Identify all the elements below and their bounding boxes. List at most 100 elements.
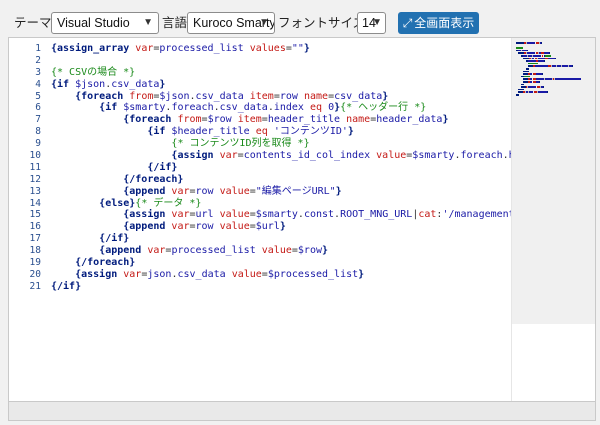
code-token: var: [135, 43, 154, 54]
code-token: {* コンテンツID列を取得 *}: [171, 138, 310, 150]
code-token: {assign: [75, 268, 124, 280]
code-line: {/foreach}: [51, 257, 511, 269]
code-token: "編集ページURL": [255, 185, 336, 197]
code-token: $row: [297, 245, 322, 257]
minimap-token: [544, 55, 552, 57]
font-size-label: フォントサイズ:: [278, 16, 369, 30]
line-number: 6: [35, 102, 41, 114]
editor-statusbar: [8, 402, 596, 421]
code-token: {* データ *}: [135, 197, 202, 209]
minimap-token: [518, 88, 525, 91]
language-select[interactable]: Kuroco Smarty ▼: [187, 12, 275, 34]
theme-select[interactable]: Visual Studio ▼: [51, 12, 159, 34]
code-token: csv_data: [195, 90, 244, 102]
code-line: {* コンテンツID列を取得 *}: [51, 138, 511, 150]
code-token: {/if}: [147, 161, 178, 173]
code-token: {assign: [171, 150, 220, 162]
code-line: {/foreach}: [51, 174, 511, 186]
code-token: {assign: [123, 209, 172, 221]
code-token: const: [303, 209, 335, 221]
code-token: processed_list: [171, 245, 256, 257]
line-number: 10: [29, 150, 41, 162]
chevron-down-icon: ▼: [372, 17, 382, 28]
minimap-token: [548, 57, 555, 60]
minimap-token: [526, 49, 528, 52]
line-number: 18: [29, 245, 41, 257]
minimap-token: [541, 42, 543, 44]
code-line: {foreach from=$row item=header_title nam…: [51, 114, 511, 126]
code-token: csv_data: [334, 90, 383, 102]
code-editor[interactable]: 1 2 3 4 5 6 7 8 9 10 11 12 13 14 15 16 17 18 19 20 21 {assig…: [8, 37, 596, 402]
code-token: value: [376, 150, 407, 162]
code-token: $smarty: [123, 102, 166, 114]
line-number: 2: [35, 54, 41, 66]
code-token: json: [147, 268, 172, 280]
code-line: {if $header_title eq 'コンテンツID'}: [51, 126, 511, 138]
editor-toolbar: テーマ: Visual Studio ▼ 言語: Kuroco Smarty ▼…: [0, 0, 600, 40]
minimap-token: [530, 52, 536, 54]
code-token: var: [219, 150, 238, 162]
line-number: 19: [29, 257, 41, 269]
minimap-token: [543, 86, 544, 88]
code-token: var: [171, 209, 190, 221]
code-token: eq: [309, 102, 323, 114]
code-token: ROOT_MNG_URL: [340, 209, 413, 221]
code-token: value: [261, 245, 292, 257]
code-area[interactable]: {assign_array var=processed_list values=…: [51, 38, 511, 401]
line-number: 12: [29, 173, 41, 185]
code-token: name: [303, 90, 329, 102]
code-token: }: [303, 43, 310, 54]
font-size-select[interactable]: 14 ▼: [357, 12, 386, 34]
code-token: var: [147, 245, 166, 257]
line-number-gutter: 1 2 3 4 5 6 7 8 9 10 11 12 13 14 15 16 17 18 19 20 21: [9, 38, 45, 401]
code-token: {append: [99, 245, 148, 257]
minimap-token: [538, 81, 540, 83]
fullscreen-button[interactable]: ⤢ 全画面表示: [398, 12, 479, 34]
code-token: var: [171, 221, 190, 233]
code-token: '/management/topics/topics_edit/?topics_…: [442, 209, 511, 221]
minimap[interactable]: [511, 38, 595, 401]
code-token: foreach: [171, 102, 214, 114]
code-token: header_title: [267, 114, 341, 126]
code-token: row: [195, 185, 214, 197]
code-line: {assign var=json.csv_data value=$process…: [51, 269, 511, 281]
code-token: item: [249, 90, 274, 102]
line-number: 3: [35, 66, 41, 78]
code-token: }: [159, 78, 166, 90]
code-token: {append: [123, 185, 172, 197]
code-token: {if: [99, 102, 124, 114]
code-token: value: [219, 221, 250, 233]
code-token: }: [322, 245, 329, 257]
line-number: 9: [35, 138, 41, 150]
code-line: {assign var=url value=$smarty.const.ROOT…: [51, 209, 511, 221]
line-number: 15: [29, 209, 41, 221]
code-token: processed_list: [159, 43, 244, 54]
minimap-token: [549, 52, 550, 54]
code-token: $url: [255, 221, 280, 233]
code-token: {/foreach}: [75, 257, 136, 269]
code-token: index: [273, 102, 304, 114]
code-token: from: [177, 114, 202, 126]
code-token: 'コンテンツID': [273, 126, 348, 138]
code-line: {assign_array var=processed_list values=…: [51, 43, 511, 55]
code-token: {else}: [99, 197, 136, 209]
line-number: 8: [35, 126, 41, 138]
chevron-down-icon: ▼: [259, 17, 269, 28]
fullscreen-button-label: 全画面表示: [414, 16, 475, 30]
code-token: item: [237, 114, 262, 126]
code-token: {append: [123, 221, 172, 233]
minimap-token: [523, 70, 530, 73]
code-token: $json: [159, 90, 190, 102]
minimap-token: [528, 62, 539, 65]
line-number: 5: [35, 90, 41, 102]
theme-label: テーマ:: [14, 16, 55, 30]
minimap-token: [516, 47, 524, 49]
minimap-token: [561, 65, 569, 67]
